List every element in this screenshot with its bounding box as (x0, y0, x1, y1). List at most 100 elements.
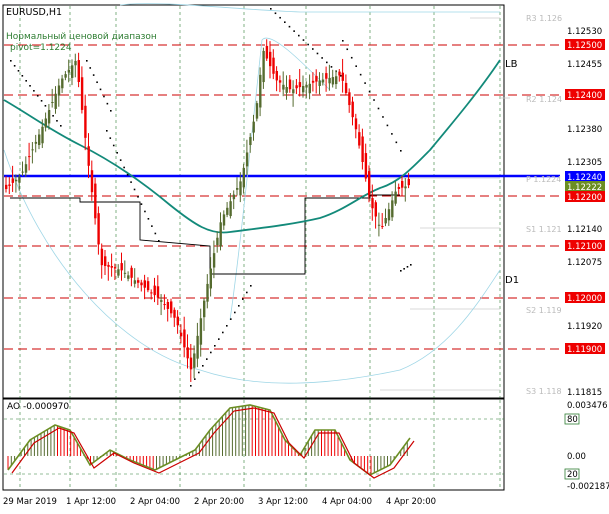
candle-body (331, 77, 335, 85)
candle-body (232, 194, 236, 200)
candle-body (80, 77, 84, 110)
candle-body (71, 65, 74, 78)
ao-level-20: 20 (567, 470, 578, 480)
candle-body (61, 78, 64, 89)
sar-dot (137, 196, 139, 198)
sar-dot (330, 66, 333, 68)
ao-level-80: 80 (567, 415, 578, 425)
sar-dot (89, 67, 92, 69)
sar-dot (198, 371, 200, 374)
sar-dot (218, 338, 220, 340)
sar-dot (21, 75, 24, 77)
time-tick: 29 Mar 2019 (3, 497, 57, 507)
candle-body (249, 137, 252, 145)
price-tick: 1.11815 (567, 388, 602, 398)
candle-body (252, 121, 255, 133)
candle-body (292, 89, 295, 94)
candle-body (44, 118, 47, 128)
candle-body (14, 179, 18, 182)
sar-dot (368, 90, 371, 93)
candle-body (229, 201, 232, 217)
sar-dot (391, 133, 393, 135)
candle-body (311, 80, 315, 83)
candle-body (265, 45, 269, 59)
sar-dot (92, 74, 95, 76)
candle-body (361, 136, 364, 162)
candle-body (143, 280, 146, 288)
sar-dot (109, 137, 112, 139)
hline-price-label: 1.11900 (567, 345, 602, 355)
candle-body (262, 50, 265, 83)
sar-dot (144, 210, 146, 213)
candle-body (100, 248, 104, 266)
candle-body (140, 282, 143, 286)
ao-tick: -0.002187 (567, 482, 609, 492)
candle-body (384, 218, 387, 224)
candle-body (186, 347, 189, 359)
sar-dot (40, 100, 43, 102)
candle-body (341, 72, 344, 81)
r2-label: R2 1.124 (526, 95, 562, 104)
sar-dot (56, 120, 58, 122)
candle-body (51, 102, 54, 103)
sar-dot (326, 61, 328, 64)
sar-dot (210, 351, 212, 354)
candle-body (94, 183, 97, 219)
price-axis[interactable]: 1.12530 1.12455 1.12380 1.12305 1.12140 … (565, 27, 605, 398)
sar-dot (346, 48, 349, 51)
candle-body (74, 60, 77, 66)
candle-body (5, 184, 8, 190)
sar-dot (112, 144, 115, 147)
candle-body (199, 318, 203, 345)
sar-dot (355, 65, 357, 67)
sar-dot (403, 268, 405, 270)
candle-body (8, 184, 11, 186)
candle-body (130, 267, 133, 278)
sar-dot (298, 34, 300, 37)
sar-dot (364, 82, 366, 84)
time-axis[interactable]: 29 Mar 2019 1 Apr 12:00 2 Apr 04:00 2 Ap… (3, 497, 436, 507)
sar-dot (60, 125, 62, 127)
sar-dot (25, 80, 27, 82)
candle-body (278, 80, 282, 83)
candle-body (308, 83, 311, 94)
price-tick: 1.12075 (567, 258, 602, 268)
candle-body (183, 329, 186, 348)
candle-body (245, 152, 249, 167)
candle-body (34, 141, 38, 144)
candle-body (318, 80, 321, 86)
pivot-label: pivot=1.1224 (10, 43, 72, 53)
candle-body (222, 214, 226, 226)
sar-dot (270, 8, 272, 10)
candle-body (302, 86, 305, 93)
candle-body (285, 87, 288, 93)
sar-dot (293, 30, 295, 32)
time-tick: 1 Apr 12:00 (66, 497, 116, 507)
chart-window[interactable]: EURUSD,H1 Нормальный ценовой диапазон pi… (0, 0, 609, 514)
sar-dot (400, 150, 402, 152)
candle-body (193, 353, 196, 368)
candle-body (275, 70, 278, 81)
candle-body (371, 198, 374, 209)
candle-body (407, 179, 410, 186)
sar-dot (373, 99, 375, 101)
candle-body (397, 187, 401, 189)
candle-body (64, 74, 67, 78)
time-tick: 3 Apr 12:00 (258, 497, 308, 507)
price-tick: 1.12455 (567, 60, 602, 70)
sar-dot (302, 39, 305, 41)
sar-dot (238, 305, 240, 307)
sar-dot (234, 311, 236, 314)
r3-label: R3 1.126 (526, 14, 562, 23)
price-tick: 1.12380 (567, 125, 602, 135)
candle-body (216, 237, 219, 246)
candle-body (54, 93, 57, 109)
candle-body (179, 332, 183, 337)
candle-body (298, 82, 302, 88)
candle-body (196, 335, 199, 359)
candle-body (21, 171, 24, 173)
sar-dot (222, 331, 224, 334)
time-tick: 4 Apr 20:00 (386, 497, 436, 507)
sar-dot (151, 225, 153, 227)
candle-body (28, 156, 31, 158)
